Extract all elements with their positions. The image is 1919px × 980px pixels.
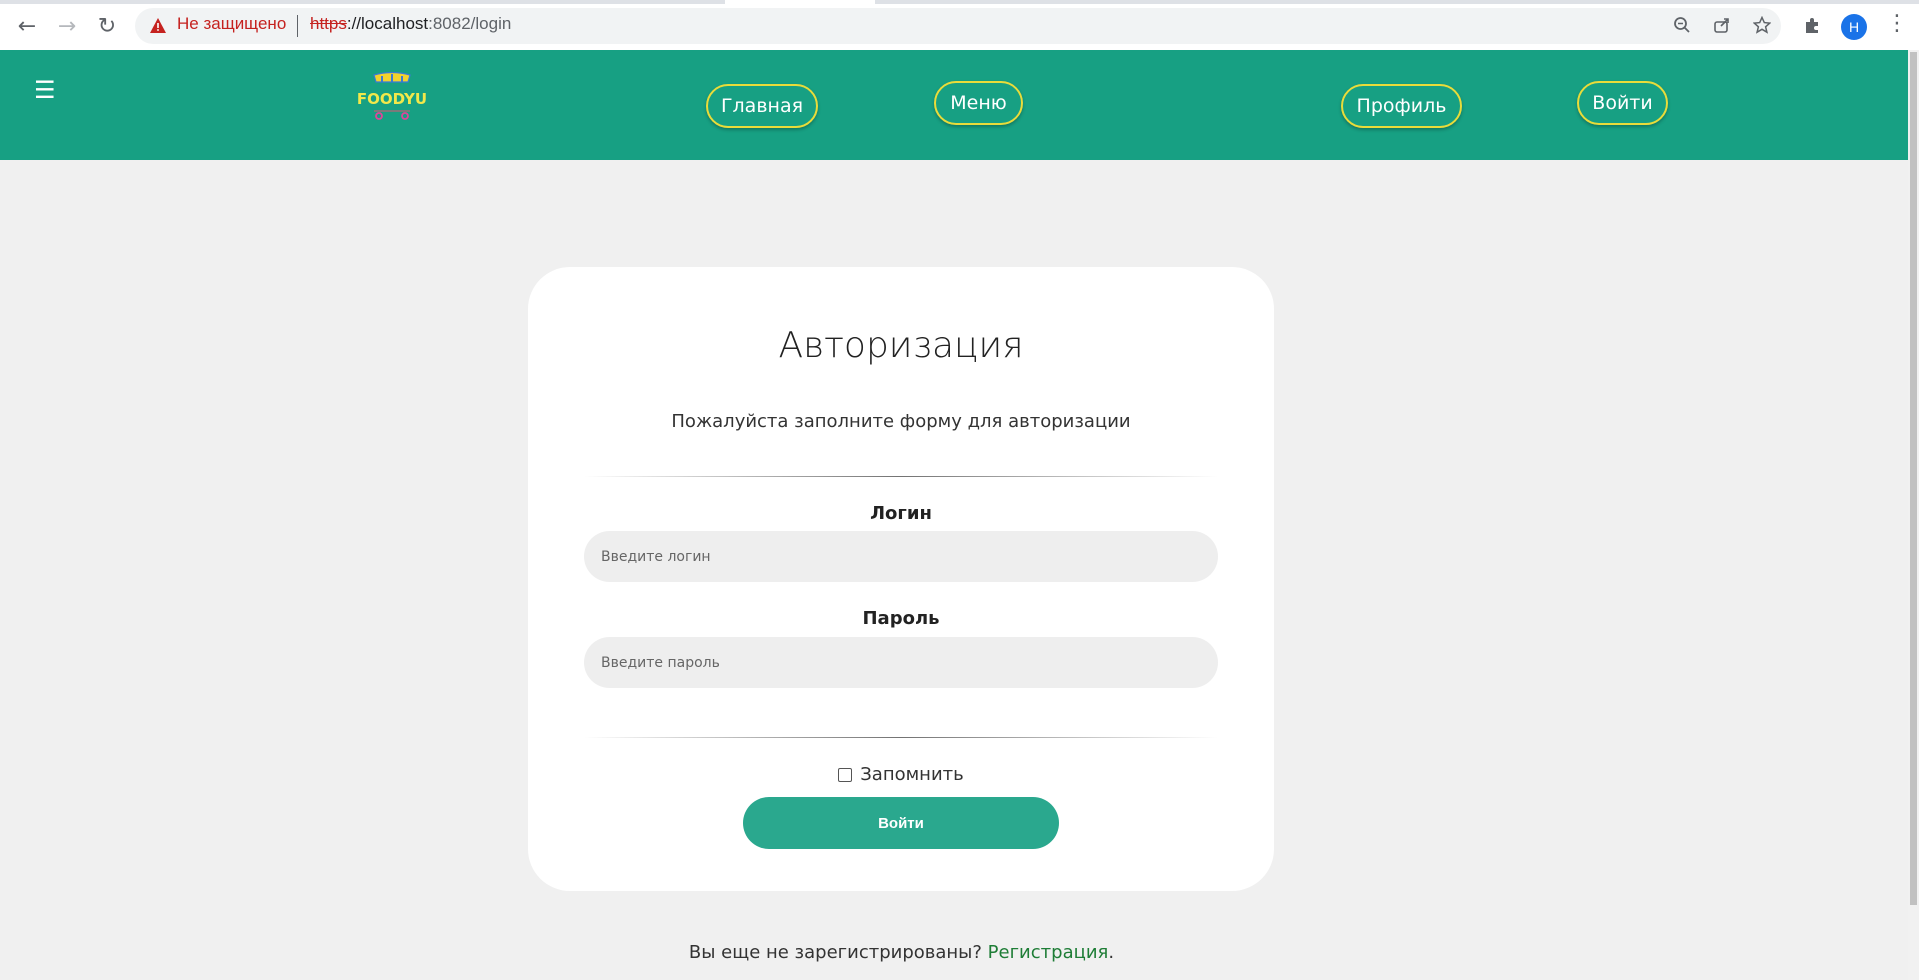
- password-input[interactable]: [584, 637, 1218, 688]
- divider-top: [584, 476, 1218, 477]
- browser-toolbar: ← → ↻ Не защищено https://localhost:8082…: [0, 0, 1919, 51]
- url-scheme: https: [310, 14, 347, 33]
- url-path: :8082/login: [428, 14, 512, 33]
- auth-card: Авторизация Пожалуйста заполните форму д…: [528, 267, 1274, 891]
- remember-label[interactable]: Запомнить: [860, 764, 964, 785]
- bookmark-star-icon[interactable]: [1751, 14, 1773, 36]
- active-tab[interactable]: [725, 0, 875, 4]
- nav-menu-button[interactable]: Меню: [934, 81, 1023, 125]
- remember-checkbox[interactable]: [838, 767, 853, 782]
- register-period: .: [1108, 942, 1115, 963]
- page-title: Авторизация: [778, 325, 1024, 366]
- nav-login-button[interactable]: Войти: [1577, 81, 1668, 125]
- zoom-icon[interactable]: [1671, 14, 1693, 36]
- logo-text: FOODYU: [357, 90, 427, 108]
- browser-menu-icon[interactable]: ⋮: [1886, 13, 1908, 35]
- back-icon[interactable]: ←: [13, 12, 41, 40]
- url-host: ://localhost: [346, 14, 429, 33]
- reload-icon[interactable]: ↻: [93, 12, 121, 40]
- remember-row: Запомнить: [528, 764, 1274, 785]
- share-icon[interactable]: [1711, 14, 1733, 36]
- password-label: Пароль: [862, 608, 940, 629]
- nav-profile-button[interactable]: Профиль: [1341, 84, 1462, 128]
- login-input[interactable]: [584, 531, 1218, 582]
- omnibox-separator: [297, 15, 298, 37]
- security-status[interactable]: Не защищено: [177, 14, 286, 34]
- register-link[interactable]: Регистрация: [988, 942, 1109, 963]
- hamburger-menu-icon[interactable]: ☰: [34, 78, 56, 102]
- form-subtitle: Пожалуйста заполните форму для авторизац…: [671, 411, 1131, 432]
- nav-home-button[interactable]: Главная: [706, 84, 818, 128]
- login-label: Логин: [870, 503, 932, 524]
- register-prompt: Вы еще не зарегистрированы? Регистрация.: [0, 942, 1803, 963]
- login-submit-button[interactable]: Войти: [743, 797, 1059, 849]
- register-question: Вы еще не зарегистрированы?: [688, 942, 982, 963]
- site-header: ☰ FOODYU Главная Меню Профиль Войти: [0, 50, 1908, 160]
- extensions-icon[interactable]: [1801, 14, 1823, 36]
- foodyu-logo[interactable]: FOODYU: [356, 71, 428, 127]
- scrollbar-thumb[interactable]: [1910, 52, 1917, 905]
- url-text[interactable]: https://localhost:8082/login: [310, 14, 511, 34]
- profile-avatar[interactable]: Н: [1841, 14, 1867, 40]
- tab-strip: [0, 0, 1919, 4]
- forward-icon[interactable]: →: [53, 12, 81, 40]
- divider-bottom: [584, 737, 1218, 738]
- page-scrollbar[interactable]: [1908, 50, 1919, 980]
- warning-icon[interactable]: [150, 18, 166, 33]
